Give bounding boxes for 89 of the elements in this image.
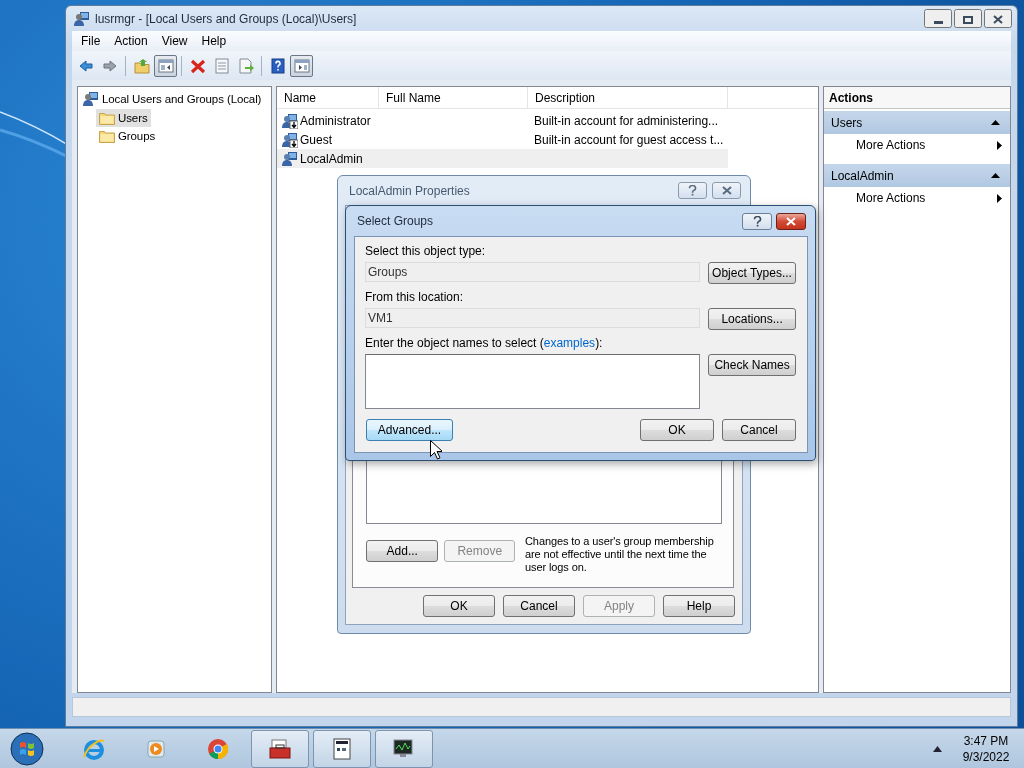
submenu-arrow-icon: [997, 193, 1002, 203]
dialog-title: LocalAdmin Properties: [349, 183, 470, 198]
collapse-icon: [991, 120, 1000, 125]
check-names-button[interactable]: Check Names: [708, 354, 796, 376]
location-field[interactable]: VM1: [365, 308, 701, 328]
object-types-button[interactable]: Object Types...: [708, 262, 796, 284]
users-computer-icon: [83, 91, 99, 107]
help-button[interactable]: [678, 182, 707, 199]
app-icon: [74, 10, 90, 27]
field-label: From this location:: [365, 290, 465, 304]
round-logo-icon: [206, 736, 230, 761]
taskbar-button[interactable]: [251, 729, 309, 768]
window-title: lusrmgr - [Local Users and Groups (Local)\Users]: [95, 11, 357, 26]
minimize-button[interactable]: [924, 9, 952, 28]
sheet-icon: [213, 57, 230, 74]
help-button[interactable]: Help: [663, 595, 735, 617]
help-button[interactable]: [742, 212, 772, 230]
submenu-arrow-icon: [997, 140, 1002, 150]
folder-arrow-icon: [133, 57, 150, 74]
section-header[interactable]: Users: [824, 111, 1010, 134]
advanced-button[interactable]: Advanced...: [366, 419, 453, 441]
close-icon: [993, 15, 1003, 24]
delete-icon: [189, 57, 206, 74]
section-header[interactable]: LocalAdmin: [824, 164, 1010, 187]
ok-button[interactable]: OK: [640, 419, 714, 441]
action-item[interactable]: More Actions: [824, 187, 1010, 209]
close-icon: [786, 216, 796, 226]
tree-item[interactable]: Groups: [96, 127, 159, 145]
locations-button[interactable]: Locations...: [708, 308, 796, 330]
close-button[interactable]: [984, 9, 1012, 28]
restore-icon: [963, 16, 973, 24]
taskbar-button[interactable]: [375, 729, 433, 768]
column-header[interactable]: Description: [528, 87, 728, 108]
table-cell: Guest: [300, 132, 332, 147]
restore-button[interactable]: [954, 9, 982, 28]
taskbar-button[interactable]: [313, 729, 371, 768]
folder-icon: [99, 111, 115, 125]
cancel-button[interactable]: Cancel: [722, 419, 796, 441]
pane-title: Actions: [824, 87, 1010, 109]
table-cell: LocalAdmin: [300, 151, 363, 166]
close-button[interactable]: [712, 182, 741, 199]
menu-item[interactable]: View: [154, 34, 195, 48]
menu-item[interactable]: File: [74, 34, 108, 48]
help-icon: [688, 185, 697, 196]
action-item[interactable]: More Actions: [824, 134, 1010, 156]
tree-item[interactable]: Users: [96, 109, 151, 127]
close-icon: [721, 186, 732, 195]
table-cell: Built-in account for guest access t...: [534, 132, 724, 147]
user-icon: [282, 150, 298, 167]
left-arrow-icon: [77, 57, 94, 74]
cancel-button[interactable]: Cancel: [503, 595, 575, 617]
clock-date: 9/3/2022: [962, 748, 1010, 765]
question-mark-icon: [269, 57, 286, 74]
show-console-tree-button[interactable]: [154, 54, 177, 77]
tree-item[interactable]: Local Users and Groups (Local): [80, 90, 265, 108]
folder-icon: [99, 129, 115, 143]
toolbox-icon: [268, 736, 292, 761]
field-label: Enter the object names to select (examples):: [365, 336, 604, 350]
menu-item[interactable]: Help: [194, 34, 234, 48]
examples-link[interactable]: examples: [543, 336, 596, 350]
ok-button[interactable]: OK: [423, 595, 495, 617]
windows-orb-icon: [10, 731, 44, 766]
clock-time: 3:47 PM: [963, 732, 1009, 749]
panes-icon: [293, 57, 310, 74]
column-header[interactable]: Name: [277, 87, 379, 108]
table-cell: Built-in account for administering...: [534, 113, 719, 128]
help-icon: [752, 215, 762, 227]
disabled-user-icon: [282, 131, 298, 148]
minimize-icon: [933, 21, 943, 24]
dialog-title: Select Groups: [357, 214, 434, 228]
list-row[interactable]: LocalAdmin: [277, 149, 728, 168]
mouse-pointer-icon: [430, 440, 442, 460]
show-action-pane-button[interactable]: [290, 54, 313, 77]
object-names-field[interactable]: [365, 354, 701, 409]
add-button[interactable]: Add...: [366, 540, 439, 562]
membership-note: Changes to a user's group membership are not effective until the next time the user logs on.: [525, 535, 715, 574]
disabled-user-icon: [282, 112, 298, 129]
object-type-field[interactable]: Groups: [365, 262, 700, 282]
panes-icon: [157, 57, 174, 74]
export-icon: [237, 57, 254, 74]
show-hidden-icons-icon[interactable]: [933, 745, 942, 752]
close-button[interactable]: [776, 212, 806, 230]
field-label: Select this object type:: [365, 244, 487, 258]
column-header[interactable]: Full Name: [379, 87, 528, 108]
table-cell: Administrator: [300, 113, 371, 128]
right-arrow-icon: [101, 57, 118, 74]
menu-item[interactable]: Action: [107, 34, 155, 48]
collapse-icon: [991, 173, 1000, 178]
document-icon: [330, 736, 354, 761]
